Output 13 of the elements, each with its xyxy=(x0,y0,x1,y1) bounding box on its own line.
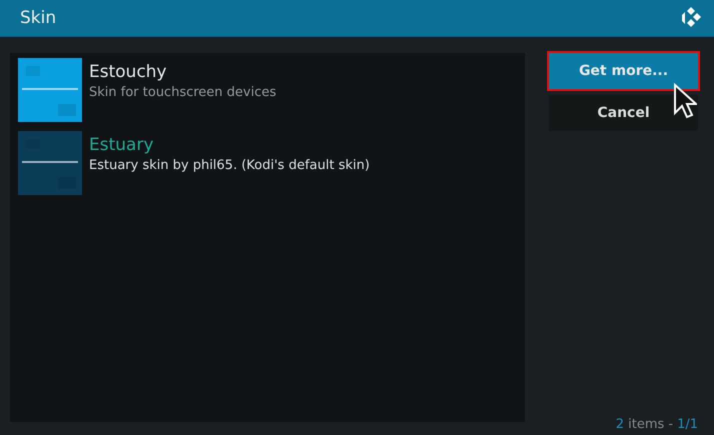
cursor-icon xyxy=(673,83,697,119)
skin-item[interactable]: Estouchy Skin for touchscreen devices xyxy=(18,58,517,122)
cancel-button[interactable]: Cancel xyxy=(549,95,698,131)
skin-name: Estuary xyxy=(89,135,155,155)
skin-description: Estuary skin by phil65. (Kodi's default skin) xyxy=(89,158,370,173)
window-title: Skin xyxy=(20,8,56,28)
skin-name: Estouchy xyxy=(89,62,168,82)
item-count: 2 xyxy=(616,417,624,432)
page-indicator: 1/1 xyxy=(677,417,698,432)
skin-item[interactable]: Estuary Estuary skin by phil65. (Kodi's default skin) xyxy=(18,131,517,195)
skin-description: Skin for touchscreen devices xyxy=(89,85,276,100)
items-label: items - xyxy=(628,417,674,432)
get-more-button[interactable]: Get more... xyxy=(549,53,698,89)
